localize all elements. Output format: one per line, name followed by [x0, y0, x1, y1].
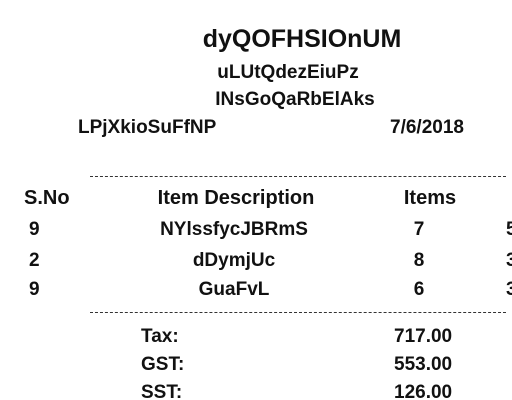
- column-header-items: Items: [403, 187, 457, 209]
- total-value: 553.00: [394, 354, 453, 375]
- row-description: GuaFvL: [198, 279, 270, 300]
- total-row-tax: Tax: 717.00: [0, 327, 512, 351]
- total-label: GST:: [141, 354, 185, 375]
- table-row: 2 dDymjUc 8 3: [0, 251, 512, 275]
- column-header-description: Item Description: [157, 187, 315, 209]
- total-value: 126.00: [394, 382, 453, 400]
- row-sno: 2: [29, 250, 40, 271]
- header-line-1: uLUtQdezEiuPz: [217, 62, 359, 83]
- divider-top: [90, 176, 506, 177]
- total-row-gst: GST: 553.00: [0, 355, 512, 379]
- header-line-2: INsGoQaRbElAks: [215, 89, 375, 110]
- row-extra: 3: [506, 279, 512, 300]
- row-extra: 5: [506, 219, 512, 240]
- divider-bottom: [90, 312, 506, 313]
- row-description: dDymjUc: [192, 250, 276, 271]
- row-sno: 9: [29, 219, 40, 240]
- table-row: 9 GuaFvL 6 3: [0, 280, 512, 304]
- total-value: 717.00: [394, 326, 453, 347]
- row-sno: 9: [29, 279, 40, 300]
- column-header-sno: S.No: [24, 187, 70, 209]
- row-items: 8: [413, 250, 425, 271]
- store-name: dyQOFHSIOnUM: [202, 25, 402, 53]
- total-row-sst: SST: 126.00: [0, 383, 512, 400]
- row-description: NYlssfycJBRmS: [160, 219, 308, 240]
- table-row: 9 NYlssfycJBRmS 7 5: [0, 220, 512, 244]
- row-items: 7: [413, 219, 425, 240]
- row-extra: 3: [506, 250, 512, 271]
- total-label: Tax:: [141, 326, 179, 347]
- row-items: 6: [413, 279, 425, 300]
- cashier-name: LPjXkioSuFfNP: [78, 117, 217, 138]
- total-label: SST:: [141, 382, 183, 400]
- receipt-date: 7/6/2018: [390, 117, 464, 138]
